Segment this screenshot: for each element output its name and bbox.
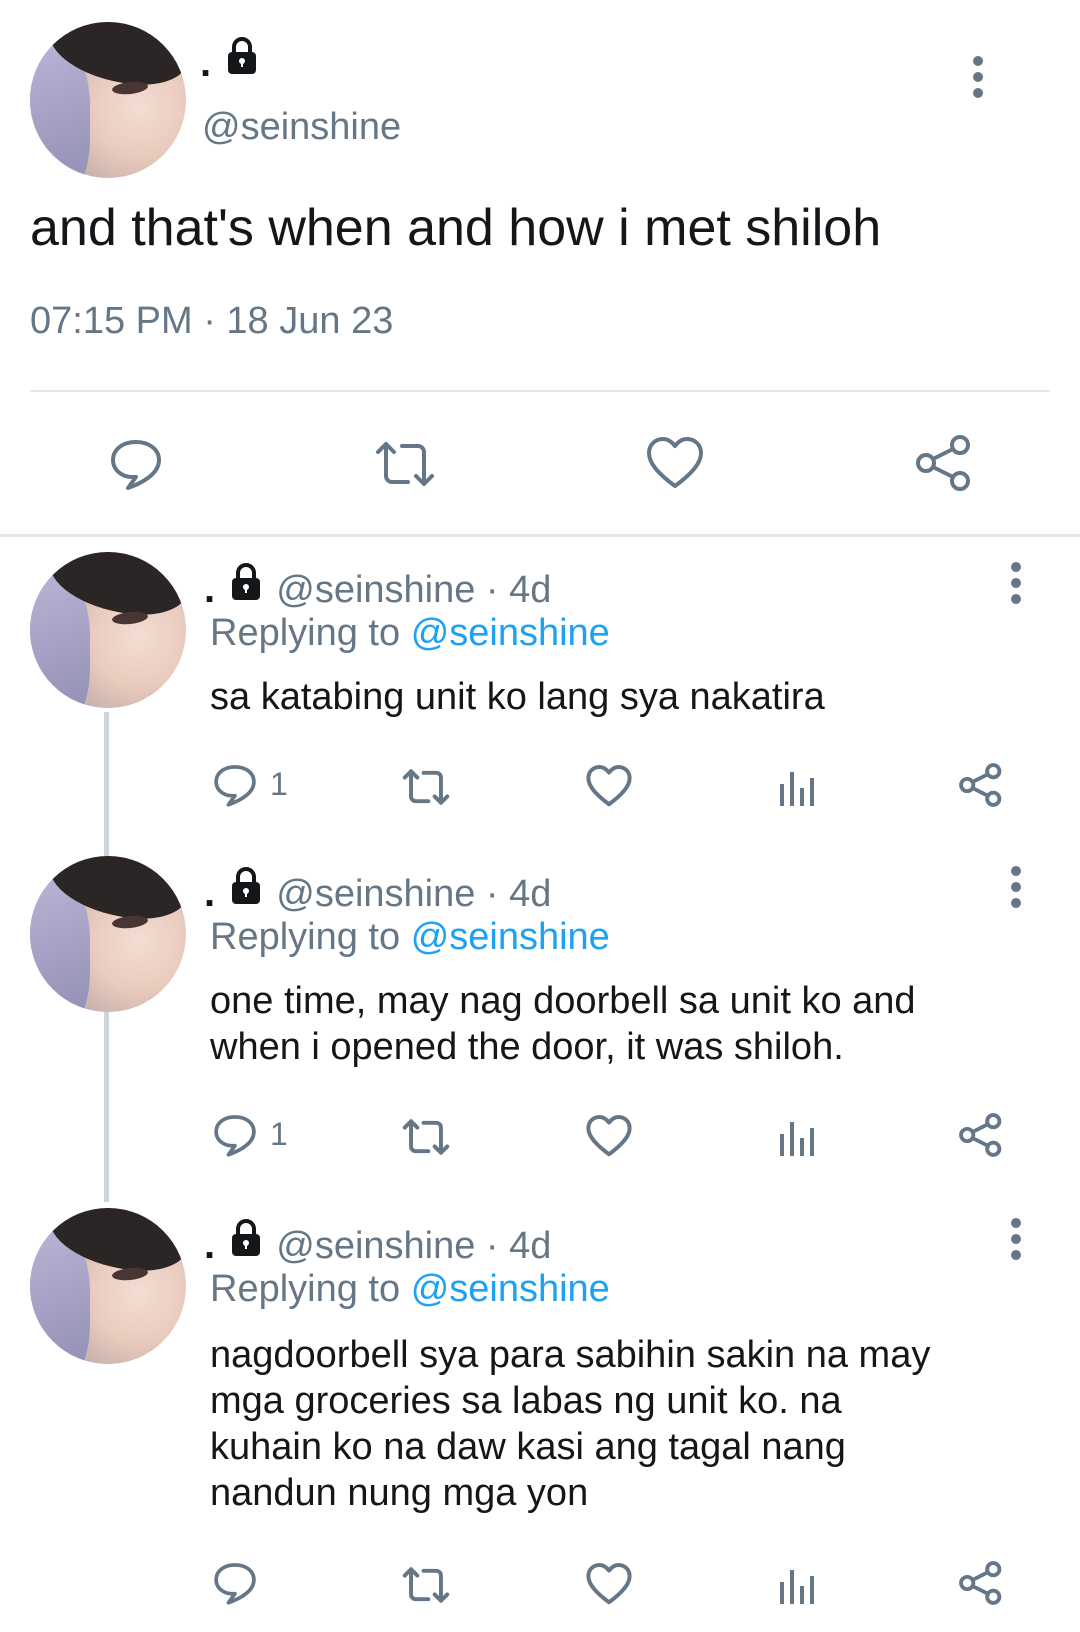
timestamp: 07:15 PM · 18 Jun 23 — [30, 300, 394, 342]
tweet-text: and that's when and how i met shiloh — [30, 199, 882, 257]
more-options-icon[interactable] — [1010, 1218, 1022, 1266]
reply-icon[interactable] — [108, 436, 164, 492]
lock-icon — [226, 1218, 266, 1268]
like-icon[interactable] — [586, 1114, 632, 1158]
reply-text: nagdoorbell sya para sabihin sakin na ma… — [210, 1332, 930, 1516]
text-line: mga groceries sa labas ng unit ko. na — [210, 1380, 842, 1422]
lock-icon — [226, 866, 266, 916]
more-options-icon[interactable] — [1010, 562, 1022, 610]
reply-icon[interactable] — [212, 1112, 258, 1158]
display-name: . — [204, 871, 216, 915]
avatar[interactable] — [30, 856, 186, 1012]
analytics-icon[interactable] — [776, 768, 816, 808]
text-line: kuhain ko na daw kasi ang tagal nang — [210, 1426, 846, 1468]
handle[interactable]: @seinshine — [202, 106, 401, 149]
analytics-icon[interactable] — [776, 1118, 816, 1158]
replying-label: Replying to — [210, 612, 401, 654]
reply-text: one time, may nag doorbell sa unit ko an… — [210, 978, 916, 1070]
reply-header: . @seinshine · 4d — [204, 1218, 551, 1268]
reply-count: 1 — [270, 1116, 288, 1152]
display-name: . — [200, 41, 212, 85]
section-divider — [0, 534, 1080, 537]
text-line: when i opened the door, it was shiloh. — [210, 1026, 844, 1068]
display-name: . — [204, 567, 216, 611]
display-name-row: . — [200, 36, 262, 86]
replying-to: Replying to @seinshine — [210, 916, 610, 959]
replying-to: Replying to @seinshine — [210, 1268, 610, 1311]
text-line: nandun nung mga yon — [210, 1472, 589, 1514]
share-icon[interactable] — [958, 1560, 1004, 1606]
retweet-icon[interactable] — [400, 766, 452, 808]
retweet-icon[interactable] — [400, 1116, 452, 1158]
share-icon[interactable] — [958, 762, 1004, 808]
like-icon[interactable] — [586, 764, 632, 808]
avatar[interactable] — [30, 1208, 186, 1364]
replying-to-link[interactable]: @seinshine — [411, 612, 610, 654]
share-icon[interactable] — [958, 1112, 1004, 1158]
avatar[interactable] — [30, 22, 186, 178]
reply-header: . @seinshine · 4d — [204, 562, 551, 612]
lock-icon — [222, 36, 262, 86]
reply-icon[interactable] — [212, 762, 258, 808]
like-icon[interactable] — [646, 436, 704, 490]
more-options-icon[interactable] — [972, 56, 984, 104]
replying-to: Replying to @seinshine — [210, 612, 610, 655]
divider — [30, 390, 1050, 392]
replying-label: Replying to — [210, 916, 401, 958]
replying-to-link[interactable]: @seinshine — [411, 1268, 610, 1310]
text-line: nagdoorbell sya para sabihin sakin na ma… — [210, 1334, 931, 1376]
handle-time: @seinshine · 4d — [276, 873, 552, 915]
lock-icon — [226, 562, 266, 612]
reply-text: sa katabing unit ko lang sya nakatira — [210, 676, 825, 718]
reply-header: . @seinshine · 4d — [204, 866, 551, 916]
like-icon[interactable] — [586, 1562, 632, 1606]
text-line: one time, may nag doorbell sa unit ko an… — [210, 980, 916, 1022]
analytics-icon[interactable] — [776, 1566, 816, 1606]
reply-icon[interactable] — [212, 1560, 258, 1606]
avatar[interactable] — [30, 552, 186, 708]
retweet-icon[interactable] — [372, 438, 438, 490]
reply-count: 1 — [270, 766, 288, 802]
share-icon[interactable] — [914, 434, 974, 492]
display-name: . — [204, 1223, 216, 1267]
replying-label: Replying to — [210, 1268, 401, 1310]
retweet-icon[interactable] — [400, 1564, 452, 1606]
handle-time: @seinshine · 4d — [276, 569, 552, 611]
replying-to-link[interactable]: @seinshine — [411, 916, 610, 958]
more-options-icon[interactable] — [1010, 866, 1022, 914]
handle-time: @seinshine · 4d — [276, 1225, 552, 1267]
